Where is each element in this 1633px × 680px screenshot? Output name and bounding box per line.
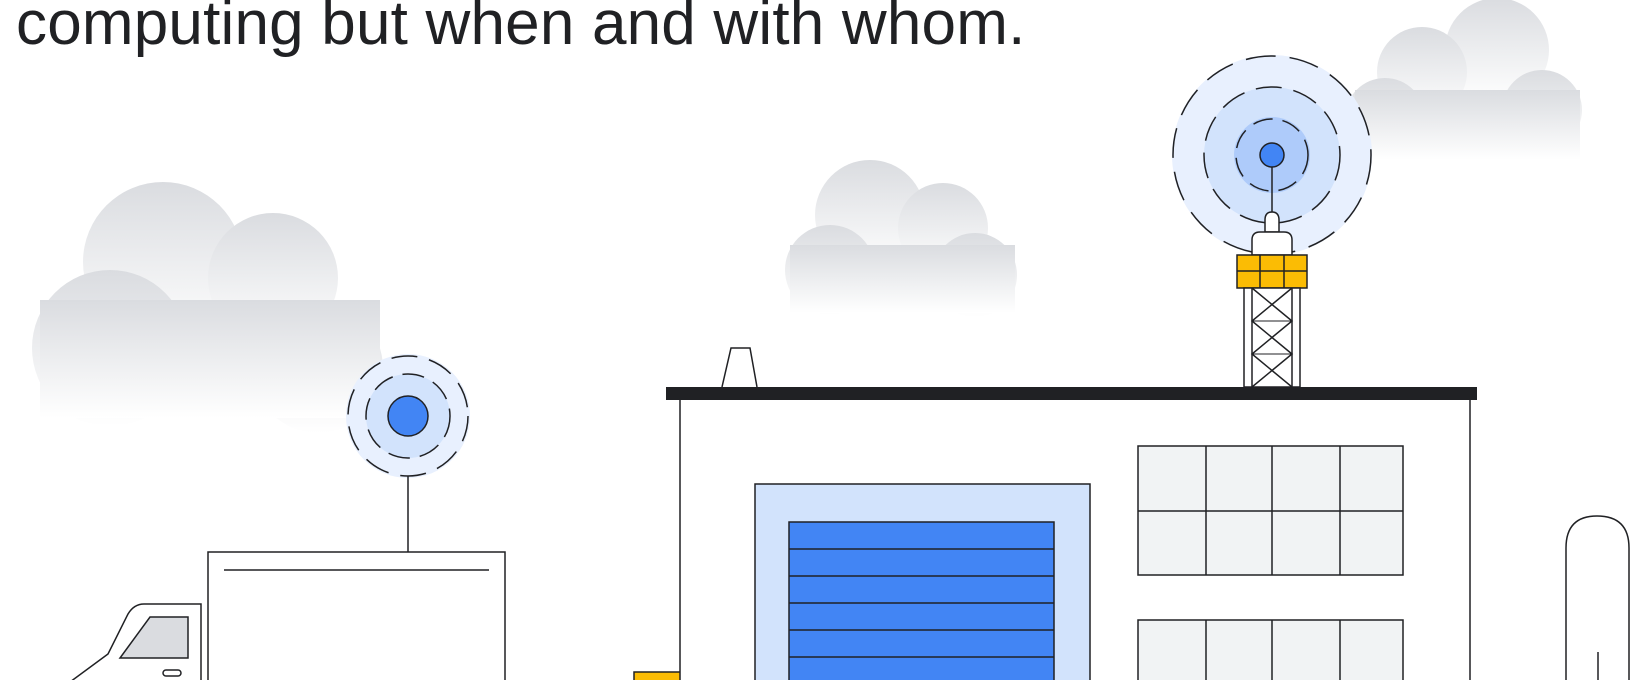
- garage-door-icon: [754, 483, 1091, 680]
- delivery-truck-icon: [71, 551, 506, 680]
- cloud-icon: [1345, 0, 1582, 160]
- rooftop-vent-icon: [721, 347, 758, 388]
- edge-computing-illustration: [32, 0, 1630, 680]
- window-grid-icon: [1137, 445, 1404, 576]
- street-lamp-icon: [1565, 515, 1630, 680]
- signal-antenna-icon: [346, 354, 470, 552]
- cell-tower-icon: [1172, 55, 1372, 388]
- cloud-icon: [785, 160, 1017, 317]
- illustration-canvas: computing but when and with whom.: [0, 0, 1633, 680]
- window-grid-icon: [1137, 619, 1404, 680]
- cloud-icon: [32, 182, 383, 433]
